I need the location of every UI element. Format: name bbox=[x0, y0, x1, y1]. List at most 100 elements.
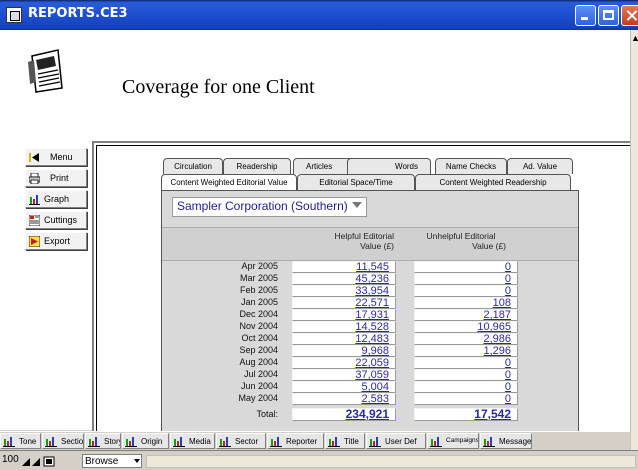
bar-chart-icon bbox=[173, 437, 185, 447]
tab-content-weighted-readership[interactable]: Content Weighted Readership bbox=[415, 174, 571, 190]
bottom-tab-label: Media bbox=[189, 437, 211, 446]
bar-chart-icon bbox=[88, 437, 100, 447]
helpful-value-cell[interactable]: 5,004 bbox=[292, 381, 396, 393]
page-title: Coverage for one Client bbox=[122, 76, 315, 98]
zoom-level[interactable]: 100 bbox=[2, 454, 19, 465]
mode-select[interactable]: Browse bbox=[82, 454, 142, 468]
bottom-tab-campaigns[interactable]: Campaigns bbox=[427, 433, 479, 449]
helpful-value-cell[interactable]: 9,968 bbox=[292, 345, 396, 357]
row-month-label: Jan 2005 bbox=[240, 297, 278, 307]
maximize-button[interactable] bbox=[598, 5, 619, 26]
column-header-bar: Helpful Editorial Value (£) Unhelpful Ed… bbox=[162, 227, 578, 261]
scroll-up-icon[interactable]: ▲ bbox=[631, 30, 638, 46]
unhelpful-value-cell[interactable]: 0 bbox=[414, 393, 518, 405]
helpful-value-cell[interactable]: 45,236 bbox=[292, 273, 396, 285]
bar-chart-icon bbox=[369, 437, 381, 447]
helpful-value-cell[interactable]: 37,059 bbox=[292, 369, 396, 381]
bottom-tab-bar: Tone Section Story Origin Media Sector Reporte… bbox=[0, 431, 630, 450]
unhelpful-value-cell[interactable]: 2,986 bbox=[414, 333, 518, 345]
unhelpful-value-cell[interactable]: 0 bbox=[414, 369, 518, 381]
helpful-value-cell[interactable]: 11,545 bbox=[292, 261, 396, 273]
bottom-tab-label: Messages bbox=[499, 437, 532, 446]
bottom-tab-label: Story bbox=[104, 437, 121, 446]
export-button[interactable]: Export bbox=[25, 232, 87, 250]
bar-chart-icon bbox=[3, 437, 15, 447]
bottom-tab-user-def[interactable]: User Def bbox=[366, 433, 426, 449]
helpful-value-cell[interactable]: 22,571 bbox=[292, 297, 396, 309]
client-dropdown[interactable]: Sampler Corporation (Southern) bbox=[172, 197, 367, 217]
chevron-down-icon bbox=[351, 202, 362, 208]
row-month-label: Dec 2004 bbox=[239, 309, 278, 319]
horizontal-scrollbar[interactable] bbox=[146, 455, 636, 468]
chevron-down-icon bbox=[134, 459, 140, 463]
vertical-scrollbar[interactable]: ▲ bbox=[630, 30, 638, 450]
tab-content-weighted-editorial-value[interactable]: Content Weighted Editorial Value bbox=[161, 174, 297, 190]
tab-ad-value[interactable]: Ad. Value bbox=[507, 158, 573, 174]
row-month-label: Apr 2005 bbox=[241, 261, 278, 271]
unhelpful-value-cell[interactable]: 1,296 bbox=[414, 345, 518, 357]
helpful-column-header: Helpful Editorial Value (£) bbox=[334, 231, 394, 251]
bar-chart-icon bbox=[328, 437, 340, 447]
bar-chart-icon bbox=[270, 437, 282, 447]
bottom-tab-section[interactable]: Section bbox=[42, 433, 84, 449]
helpful-value-cell[interactable]: 17,931 bbox=[292, 309, 396, 321]
bottom-tab-label: Title bbox=[344, 437, 359, 446]
zoom-controls-icon[interactable] bbox=[22, 455, 78, 467]
bar-chart-icon bbox=[29, 195, 40, 205]
back-arrow-icon bbox=[29, 153, 39, 162]
tab-readership[interactable]: Readership bbox=[223, 158, 291, 174]
tab-circulation[interactable]: Circulation bbox=[163, 158, 223, 174]
report-content: Sampler Corporation (Southern) Helpful E… bbox=[161, 190, 579, 466]
helpful-value-cell[interactable]: 12,483 bbox=[292, 333, 396, 345]
minimize-button[interactable] bbox=[575, 5, 596, 26]
app-window: REPORTS.CE3 Coverage for one Client Menu bbox=[0, 0, 638, 470]
close-button[interactable] bbox=[621, 5, 638, 26]
print-button[interactable]: Print bbox=[25, 169, 87, 187]
export-button-label: Export bbox=[44, 236, 71, 246]
bar-chart-icon bbox=[125, 437, 137, 447]
unhelpful-value-cell[interactable]: 0 bbox=[414, 273, 518, 285]
row-month-label: Nov 2004 bbox=[239, 321, 278, 331]
bottom-tab-title[interactable]: Title bbox=[325, 433, 365, 449]
total-unhelpful-value[interactable]: 17,542 bbox=[414, 408, 518, 421]
helpful-value-cell[interactable]: 14,528 bbox=[292, 321, 396, 333]
bottom-tab-media[interactable]: Media bbox=[170, 433, 215, 449]
unhelpful-value-cell[interactable]: 0 bbox=[414, 285, 518, 297]
bar-chart-icon bbox=[219, 437, 231, 447]
unhelpful-value-cell[interactable]: 108 bbox=[414, 297, 518, 309]
total-helpful-value[interactable]: 234,921 bbox=[292, 408, 396, 421]
bottom-tab-sector[interactable]: Sector bbox=[216, 433, 266, 449]
unhelpful-value-cell[interactable]: 0 bbox=[414, 381, 518, 393]
helpful-value-cell[interactable]: 22,059 bbox=[292, 357, 396, 369]
left-nav: Menu Print Graph Cuttings Export bbox=[25, 148, 89, 253]
unhelpful-value-cell[interactable]: 0 bbox=[414, 261, 518, 273]
title-bar[interactable]: REPORTS.CE3 bbox=[0, 0, 638, 30]
graph-button[interactable]: Graph bbox=[25, 190, 87, 208]
menu-button-label: Menu bbox=[50, 152, 73, 162]
row-month-label: May 2004 bbox=[238, 393, 278, 403]
helpful-value-cell[interactable]: 2,583 bbox=[292, 393, 396, 405]
unhelpful-value-cell[interactable]: 10,965 bbox=[414, 321, 518, 333]
bottom-tab-messages[interactable]: Messages bbox=[480, 433, 532, 449]
bottom-tab-origin[interactable]: Origin bbox=[122, 433, 169, 449]
helpful-value-cell[interactable]: 33,954 bbox=[292, 285, 396, 297]
cuttings-button[interactable]: Cuttings bbox=[25, 211, 87, 229]
tab-words[interactable]: Words bbox=[347, 158, 431, 174]
bar-chart-icon bbox=[430, 437, 442, 447]
unhelpful-value-cell[interactable]: 0 bbox=[414, 357, 518, 369]
menu-button[interactable]: Menu bbox=[25, 148, 87, 166]
bottom-tab-reporter[interactable]: Reporter bbox=[267, 433, 324, 449]
tab-name-checks[interactable]: Name Checks bbox=[435, 158, 507, 174]
clipping-icon bbox=[29, 215, 40, 226]
bottom-tab-label: Reporter bbox=[286, 437, 318, 446]
unhelpful-value-cell[interactable]: 2,187 bbox=[414, 309, 518, 321]
tab-editorial-space-time[interactable]: Editorial Space/Time bbox=[297, 174, 415, 190]
bottom-tab-label: Tone bbox=[19, 437, 37, 446]
bottom-tab-story[interactable]: Story bbox=[85, 433, 121, 449]
row-month-label: Mar 2005 bbox=[239, 273, 278, 283]
bar-chart-icon bbox=[45, 437, 57, 447]
graph-button-label: Graph bbox=[44, 194, 70, 204]
bottom-tab-label: Campaigns bbox=[446, 437, 479, 444]
bottom-tab-tone[interactable]: Tone bbox=[0, 433, 41, 449]
row-month-label: Jun 2004 bbox=[240, 381, 278, 391]
